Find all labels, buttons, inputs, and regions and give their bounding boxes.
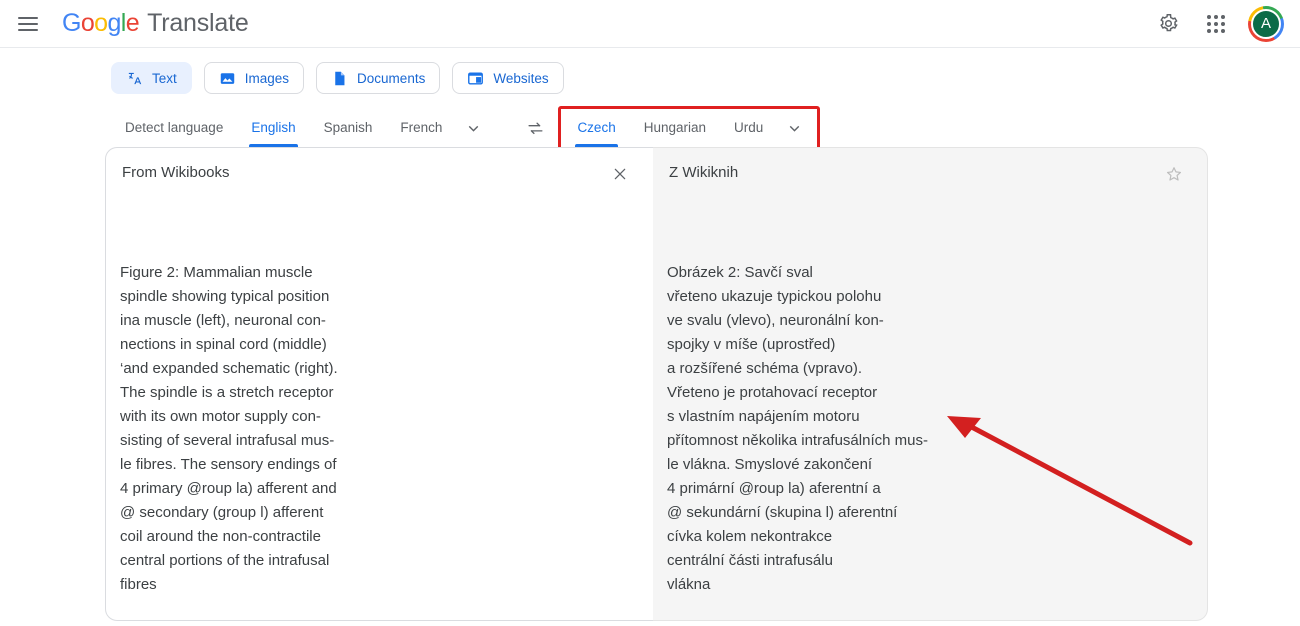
target-lang-urdu[interactable]: Urdu [720, 110, 777, 147]
language-selector-row: Detect language English Spanish French C… [0, 102, 1300, 151]
source-panel-title: From Wikibooks [122, 164, 230, 181]
source-lang-label: English [251, 120, 296, 135]
hamburger-bar [18, 22, 38, 25]
source-lang-detect[interactable]: Detect language [111, 110, 237, 147]
logo-letter: e [125, 9, 140, 37]
source-lang-label: Spanish [323, 120, 373, 135]
tab-images[interactable]: Images [203, 62, 305, 94]
apps-grid-icon[interactable] [1200, 8, 1232, 40]
logo-letter: o [80, 9, 95, 37]
hamburger-menu-icon[interactable] [18, 12, 42, 36]
tab-documents[interactable]: Documents [316, 62, 441, 94]
apps-dot [1207, 14, 1211, 19]
target-text-panel[interactable]: Z Wikiknih Obrázek 2: Savčí sval vřeteno… [653, 147, 1208, 621]
target-lang-label: Hungarian [643, 120, 706, 135]
source-panel-header: From Wikibooks [106, 148, 653, 187]
source-lang-french[interactable]: French [386, 110, 456, 147]
star-outline-icon[interactable] [1161, 161, 1187, 187]
close-icon[interactable] [607, 161, 633, 187]
avatar-initial: A [1251, 8, 1281, 39]
target-text-content: Obrázek 2: Savčí sval vřeteno ukazuje ty… [653, 187, 1207, 620]
brand-logo[interactable]: Google Translate [62, 9, 249, 38]
logo-letter: g [107, 9, 121, 37]
hamburger-bar [18, 16, 38, 19]
swap-languages-icon[interactable] [518, 112, 552, 146]
hamburger-bar [18, 28, 38, 31]
product-name: Translate [147, 9, 249, 37]
source-lang-english[interactable]: English [237, 110, 309, 147]
target-lang-label: Urdu [734, 120, 764, 135]
mode-tab-bar: Text Images Documents Websites [0, 48, 1300, 102]
tab-documents-label: Documents [357, 70, 426, 86]
target-more-languages-chevron-down-icon[interactable] [777, 112, 811, 146]
translate-icon [128, 72, 142, 84]
apps-dot [1214, 21, 1218, 26]
google-wordmark: Google [62, 9, 140, 38]
target-lang-czech[interactable]: Czech [563, 110, 629, 147]
source-lang-spanish[interactable]: Spanish [310, 110, 387, 147]
gear-icon[interactable] [1152, 8, 1184, 40]
apps-dot [1207, 21, 1211, 26]
target-language-highlight-box: Czech Hungarian Urdu [558, 106, 821, 151]
document-icon [335, 71, 345, 85]
source-lang-label: French [400, 120, 443, 135]
image-icon [220, 72, 234, 84]
apps-dot [1221, 21, 1225, 26]
target-lang-label: Czech [577, 120, 616, 135]
source-text-content[interactable]: Figure 2: Mammalian muscle spindle showi… [106, 187, 653, 620]
apps-dot [1221, 28, 1225, 33]
website-icon [468, 71, 484, 85]
tab-websites[interactable]: Websites [452, 62, 564, 94]
source-text-panel[interactable]: From Wikibooks Figure 2: Mammalian muscl… [105, 147, 653, 621]
apps-dot [1207, 28, 1211, 33]
apps-grid-dots [1207, 14, 1225, 33]
source-more-languages-chevron-down-icon[interactable] [456, 112, 490, 146]
source-lang-label: Detect language [125, 120, 224, 135]
tab-text[interactable]: Text [111, 62, 192, 94]
source-language-group: Detect language English Spanish French [111, 110, 490, 147]
translation-panels: From Wikibooks Figure 2: Mammalian muscl… [105, 147, 1208, 621]
apps-dot [1221, 14, 1225, 19]
tab-websites-label: Websites [493, 70, 549, 86]
apps-dot [1214, 14, 1218, 19]
tab-text-label: Text [152, 70, 177, 86]
target-lang-hungarian[interactable]: Hungarian [630, 110, 720, 147]
avatar[interactable]: A [1248, 5, 1284, 42]
tab-images-label: Images [244, 70, 290, 86]
logo-letter: G [62, 9, 81, 37]
target-panel-header: Z Wikiknih [653, 148, 1207, 187]
logo-letter: o [94, 9, 108, 37]
apps-dot [1214, 28, 1218, 33]
target-paragraph: Obrázek 2: Savčí sval vřeteno ukazuje ty… [667, 264, 928, 593]
source-paragraph: Figure 2: Mammalian muscle spindle showi… [120, 264, 338, 593]
target-panel-title: Z Wikiknih [669, 164, 739, 181]
app-header: Google Translate A [0, 0, 1300, 48]
header-actions: A [1152, 5, 1284, 42]
